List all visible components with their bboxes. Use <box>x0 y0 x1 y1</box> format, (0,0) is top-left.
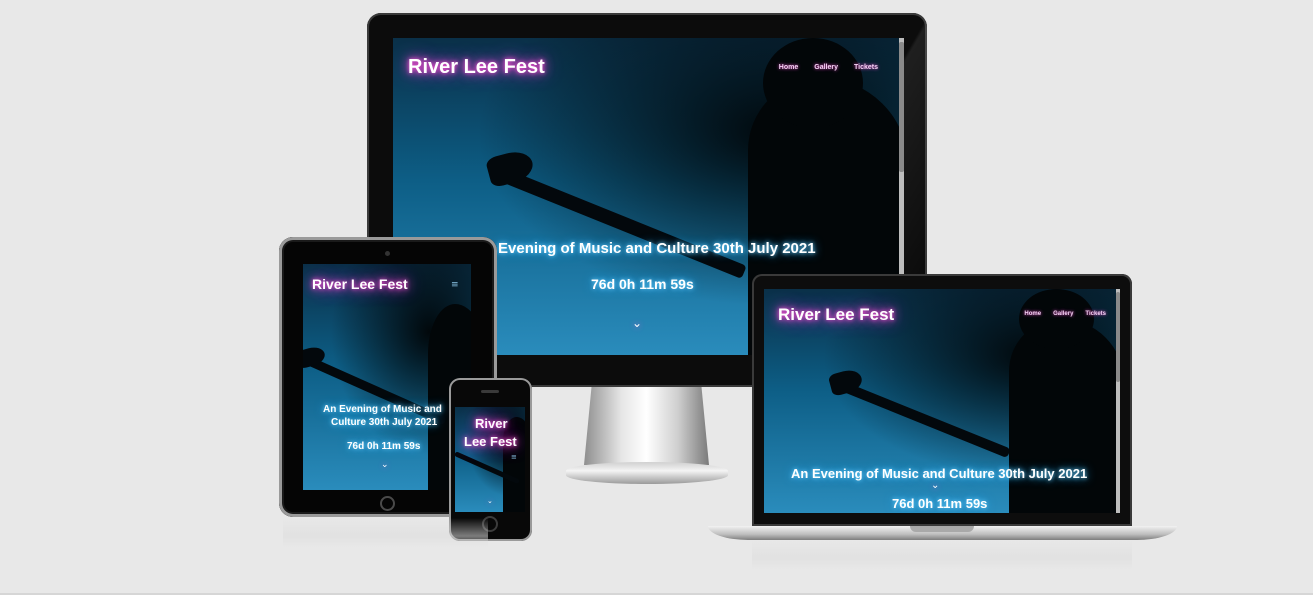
site-brand[interactable]: River Lee Fest <box>312 276 408 292</box>
nav-gallery[interactable]: Gallery <box>1053 311 1073 317</box>
chevron-down-icon[interactable]: ⌄ <box>632 316 642 330</box>
laptop-reflection <box>752 540 1132 570</box>
tablet-screen: River Lee Fest ≡ An Evening of Music and… <box>303 264 471 490</box>
site-brand-line1[interactable]: River <box>475 416 508 431</box>
laptop-screen: River Lee Fest Home Gallery Tickets An E… <box>764 289 1120 513</box>
chevron-down-icon[interactable]: ⌄ <box>931 480 939 491</box>
site-brand[interactable]: River Lee Fest <box>778 305 894 325</box>
hamburger-menu-icon[interactable]: ≡ <box>451 280 459 290</box>
event-headline: Evening of Music and Culture 30th July 2… <box>498 240 816 257</box>
nav-home[interactable]: Home <box>779 64 798 71</box>
event-headline-line1: An Evening of Music and <box>323 404 442 415</box>
tablet-camera <box>385 251 390 256</box>
nav-menu: Home Gallery Tickets <box>1012 311 1106 317</box>
scroll-thumb[interactable] <box>899 42 904 172</box>
countdown-timer: 76d 0h 11m 59s <box>892 496 988 511</box>
event-headline-line2: Culture 30th July 2021 <box>331 417 438 428</box>
phone-home-button <box>482 516 498 532</box>
imac-base <box>566 462 728 484</box>
hamburger-menu-icon[interactable]: ≡ <box>511 453 517 461</box>
chevron-down-icon[interactable]: ⌄ <box>487 497 493 505</box>
scroll-thumb[interactable] <box>1116 292 1120 382</box>
chevron-down-icon[interactable]: ⌄ <box>381 460 389 470</box>
phone-screen: River Lee Fest ≡ ⌄ <box>455 407 525 512</box>
site-brand-line2[interactable]: Lee Fest <box>464 434 517 449</box>
nav-gallery[interactable]: Gallery <box>814 64 838 71</box>
countdown-timer: 76d 0h 11m 59s <box>347 441 421 452</box>
countdown-timer: 76d 0h 11m 59s <box>591 276 694 292</box>
imac-stand <box>584 387 709 465</box>
scrollbar[interactable] <box>1116 289 1120 513</box>
tablet-home-button <box>380 496 395 511</box>
event-headline: An Evening of Music and Culture 30th Jul… <box>791 466 1088 481</box>
site-brand[interactable]: River Lee Fest <box>408 56 545 79</box>
nav-tickets[interactable]: Tickets <box>1085 311 1106 317</box>
nav-tickets[interactable]: Tickets <box>854 64 878 71</box>
laptop-notch <box>910 526 974 532</box>
nav-home[interactable]: Home <box>1024 311 1041 317</box>
nav-menu: Home Gallery Tickets <box>763 64 878 71</box>
guitar-neck <box>500 168 747 279</box>
phone-speaker <box>481 390 499 393</box>
